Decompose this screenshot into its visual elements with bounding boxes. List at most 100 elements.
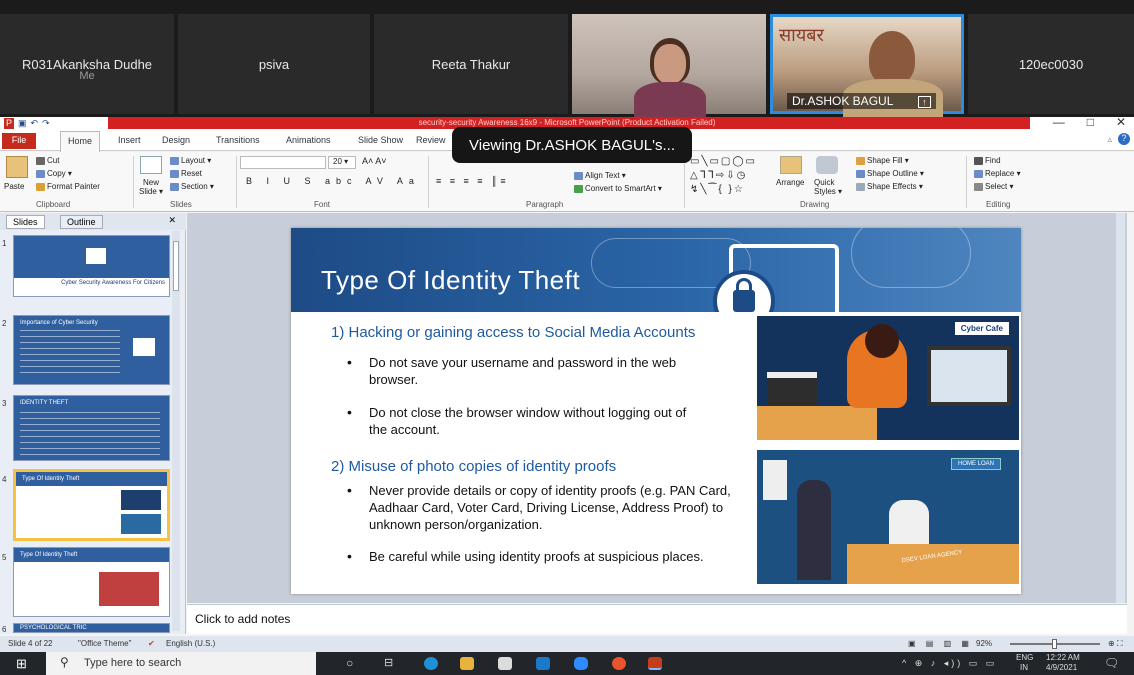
chrome-icon[interactable] [612,657,626,670]
participant-video-tile[interactable] [572,14,766,122]
tab-review[interactable]: Review [416,135,446,145]
font-format-icons[interactable]: B I U S abc AV Aa [246,176,420,186]
spellcheck-icon[interactable]: ✔ [148,639,155,648]
align-text-button[interactable]: Align Text ▾ [574,171,626,180]
minimize-button[interactable]: — [1053,115,1065,129]
tab-file[interactable]: File [2,133,36,149]
tab-slide-show[interactable]: Slide Show [358,135,403,145]
pane-scrollbar[interactable] [172,231,180,631]
reset-button[interactable]: Reset [170,169,202,178]
thumb-number: 5 [2,553,7,562]
shapes-gallery-row2[interactable]: △ᒣᒣ⇨⇩◷ [690,170,747,181]
tab-animations[interactable]: Animations [286,135,331,145]
tab-outline[interactable]: Outline [60,215,103,229]
clock-date[interactable]: 4/9/2021 [1046,663,1077,672]
participant-tile[interactable]: 120ec0030 [968,14,1134,114]
cut-button[interactable]: Cut [36,156,59,165]
slide-thumbnail-selected[interactable]: Type Of Identity Theft [13,469,170,541]
slide-thumbnail[interactable]: PSYCHOLOGICAL TRIC [13,623,170,633]
language-indicator[interactable]: English (U.S.) [166,639,215,648]
copy-button[interactable]: Copy ▾ [36,169,72,178]
powerpoint-taskbar-icon[interactable] [648,657,662,670]
smartart-button[interactable]: Convert to SmartArt ▾ [574,184,662,193]
clock-time[interactable]: 12:22 AM [1046,653,1080,662]
arrange-icon[interactable] [780,156,802,174]
scroll-thumb[interactable] [173,241,179,291]
group-label-editing: Editing [986,200,1011,209]
file-explorer-icon[interactable] [460,657,474,670]
replace-button[interactable]: Replace ▾ [974,169,1021,178]
group-label-slides: Slides [170,200,192,209]
zoom-app-icon[interactable] [574,657,588,670]
slide-thumbnail[interactable]: Importance of Cyber Security [13,315,170,385]
canvas-scrollbar[interactable] [1116,213,1125,603]
quick-styles-button[interactable]: Quick Styles ▾ [814,178,844,196]
format-painter-button[interactable]: Format Painter [36,182,100,191]
task-view-icon[interactable]: ⊟ [384,656,393,669]
arrange-button[interactable]: Arrange [776,178,804,187]
thumb-number: 3 [2,399,7,408]
participant-tile[interactable]: Reeta Thakur [374,14,568,114]
edge-icon[interactable] [424,657,438,670]
help-icon[interactable]: ? [1118,133,1130,145]
theme-name[interactable]: "Office Theme" [78,639,131,648]
notes-pane[interactable]: Click to add notes [187,604,1127,634]
group-label-font: Font [314,200,331,209]
slide-thumbnail[interactable]: IDENTITY THEFT [13,395,170,461]
speaker-face [869,31,915,85]
fit-to-window-icon[interactable]: ⊕ ⛶ [1108,639,1123,649]
shape-effects-button[interactable]: Shape Effects ▾ [856,182,923,191]
participant-tile[interactable]: R031Akanksha Dudhe Me [0,14,174,114]
participant-tile[interactable]: psiva [178,14,370,114]
find-button[interactable]: Find [974,156,1001,165]
tab-home[interactable]: Home [60,131,100,152]
slide-thumbnail[interactable]: Cyber Security Awareness For Citizens [13,235,170,297]
shape-outline-button[interactable]: Shape Outline ▾ [856,169,924,178]
network-decoration [851,228,971,288]
align-icons[interactable]: ≡ ≡ ≡ ≡ ║≡ [436,176,509,186]
zoom-level[interactable]: 92% [976,639,992,648]
taskbar-search[interactable]: ⚲ Type here to search [46,652,316,675]
search-placeholder: Type here to search [84,657,182,669]
tab-transitions[interactable]: Transitions [216,135,260,145]
maximize-button[interactable]: □ [1087,115,1094,129]
pane-tabs: Slides Outline ✕ [0,213,186,230]
speaker-name: Dr.ASHOK BAGUL [792,94,893,108]
zoom-slider[interactable] [1010,639,1100,649]
brush-icon [36,182,45,191]
view-buttons[interactable]: ▣ ▤ ▥ ▦ [908,639,973,648]
paste-button[interactable]: Paste [4,182,24,191]
select-button[interactable]: Select ▾ [974,182,1013,191]
quick-styles-icon[interactable] [816,156,838,174]
tab-insert[interactable]: Insert [118,135,141,145]
shapes-gallery[interactable]: ▭╲▭▢◯▭ [690,156,757,167]
tab-design[interactable]: Design [162,135,190,145]
font-name-select[interactable] [240,156,326,169]
font-size-select[interactable]: 20 ▾ [328,156,356,169]
tab-slides[interactable]: Slides [6,215,45,229]
zoom-slider-thumb[interactable] [1052,639,1057,649]
slides-pane: Slides Outline ✕ 1 Cyber Security Awaren… [0,213,186,634]
current-slide[interactable]: Type Of Identity Theft 1) Hacking or gai… [291,228,1021,594]
notification-icon[interactable]: 🗨 [1104,656,1119,670]
layout-button[interactable]: Layout ▾ [170,156,211,165]
shapes-gallery-row3[interactable]: ↯╲⁀{ }☆ [690,184,745,195]
mail-icon[interactable] [536,657,550,670]
paste-icon[interactable] [6,156,28,178]
windows-start-icon[interactable]: ⊞ [16,656,27,672]
new-slide-button[interactable]: New Slide ▾ [137,178,165,196]
grow-font-icon[interactable]: A˄ A˅ [362,156,387,166]
system-tray-icons[interactable]: ^ ⊕ ♪ ◂)) ▭ ▭ [902,658,997,669]
store-icon[interactable] [498,657,512,670]
cortana-icon[interactable]: ○ [346,656,353,670]
pane-close-icon[interactable]: ✕ [168,215,176,226]
input-region[interactable]: IN [1020,663,1028,672]
shape-fill-button[interactable]: Shape Fill ▾ [856,156,909,165]
new-slide-icon[interactable] [140,156,162,174]
slide-thumbnail[interactable]: Type Of Identity Theft [13,547,170,617]
section-button[interactable]: Section ▾ [170,182,214,191]
close-button[interactable]: ✕ [1116,115,1126,129]
active-speaker-tile[interactable]: सायबर Dr.ASHOK BAGUL ↑ [770,14,964,119]
ribbon-collapse-icon[interactable]: ▵ [1107,134,1112,145]
input-language[interactable]: ENG [1016,653,1033,662]
